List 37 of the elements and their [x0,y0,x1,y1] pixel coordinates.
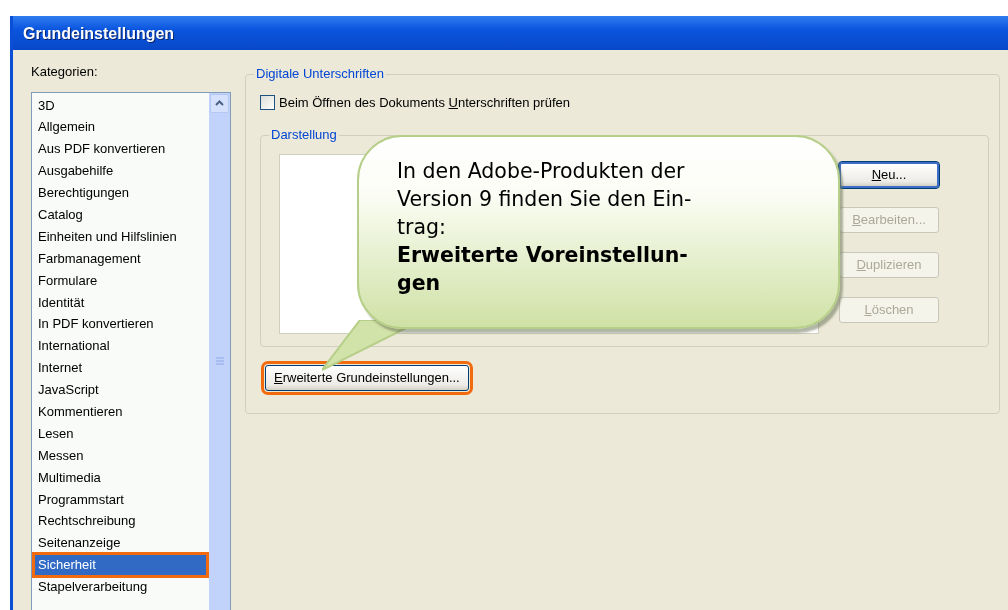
category-item[interactable]: Ausgabehilfe [34,160,207,183]
category-item[interactable]: Identität [34,291,207,314]
category-item[interactable]: Stapelverarbeitung [34,576,207,598]
category-item[interactable]: International [34,335,207,358]
category-item[interactable]: 3D [34,94,207,117]
category-item[interactable]: Farbmanagement [34,247,207,270]
scroll-grip-icon[interactable] [214,355,225,368]
action-button[interactable]: Neu... [839,161,939,188]
callout-text-line: Version 9 finden Sie den Ein- [397,186,693,213]
callout-text-line: trag: [397,214,447,241]
category-item[interactable]: Multimedia [34,466,207,489]
categories-label: Kategorien: [31,63,99,81]
category-item[interactable]: Seitenanzeige [34,532,207,555]
window-title: Grundeinstellungen [13,16,1008,50]
category-item[interactable]: In PDF konvertieren [34,313,207,336]
category-item[interactable]: Berechtigungen [34,182,207,204]
category-item[interactable]: Formulare [34,269,207,292]
category-item[interactable]: Sicherheit [34,554,207,577]
category-item[interactable]: Kommentieren [34,400,207,423]
callout-text-line: gen [397,270,442,297]
callout-text-line: In den Adobe-Produkten der [397,158,686,185]
scrollbar[interactable] [209,92,230,610]
category-item[interactable]: Lesen [34,422,207,445]
category-item[interactable]: JavaScript [34,379,207,401]
category-item[interactable]: Catalog [34,203,207,226]
category-item[interactable]: Internet [34,357,207,380]
category-item[interactable]: Rechtschreibung [34,510,207,533]
category-item[interactable]: Programmstart [34,488,207,511]
callout-text-line: Erweiterte Voreinstellun- [397,242,689,269]
scroll-up-button[interactable] [210,93,229,113]
category-item[interactable]: Messen [34,444,207,467]
checkbox-label[interactable]: Beim Öffnen des Dokuments Unterschriften prüfen [279,93,570,113]
category-item[interactable]: Allgemein [34,116,207,139]
category-item[interactable]: Einheiten und Hilfslinien [34,225,207,248]
checkbox[interactable] [260,95,275,111]
group-title: Digitale Unterschriften [254,66,386,82]
category-item[interactable]: Aus PDF konvertieren [34,138,207,161]
